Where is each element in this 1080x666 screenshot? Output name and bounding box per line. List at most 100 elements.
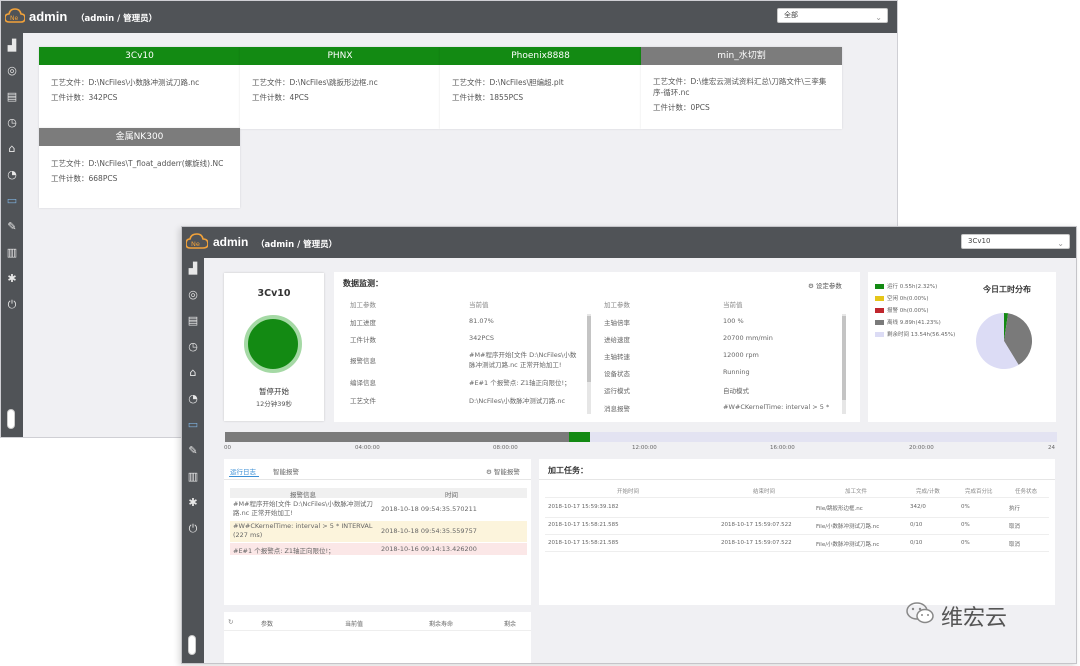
- task-end: 2018-10-17 15:59:07.522: [721, 540, 792, 546]
- clock-icon[interactable]: ◷: [5, 116, 19, 130]
- log-row[interactable]: #E#1 个报警点: Z1轴正向限位!； 2018-10-16 09:14:13…: [230, 543, 527, 555]
- param-label: 消息报警: [604, 405, 630, 413]
- timeline-tick: 04:00:00: [355, 445, 380, 451]
- dashboard-icon[interactable]: ◎: [5, 64, 19, 78]
- task-file: File/小数脉冲测试刀路.nc: [816, 542, 880, 548]
- machine-file: 工艺文件：D:\NcFiles\小数脉冲测试刀路.nc: [51, 78, 200, 87]
- gear-icon: ⚙: [808, 282, 814, 290]
- param-value: #W#CKernelTime: interval > 5 *: [723, 403, 830, 411]
- gear-icon: ⚙: [486, 468, 492, 476]
- sidebar-scroll-handle[interactable]: [188, 635, 196, 655]
- timeline-bar: [225, 432, 1057, 442]
- table-header: 任务状态: [1015, 489, 1038, 495]
- legend-swatch: [875, 284, 884, 289]
- power-icon[interactable]: ⏻: [5, 298, 19, 312]
- svg-text:Ne: Ne: [191, 240, 200, 248]
- monitor-icon[interactable]: ◔: [5, 168, 19, 182]
- machine-card-header: Phoenix8888: [440, 47, 641, 65]
- clock-icon[interactable]: ◷: [186, 340, 200, 354]
- machine-status-card: 3Cv10 暂停开始 12分钟39秒: [224, 273, 324, 421]
- machine-file: 工艺文件：D:\NcFiles\T_float_adderr(螺旋线).NC: [51, 159, 224, 168]
- task-start: 2018-10-17 15:59:39.182: [548, 504, 619, 510]
- tab-smart-alarm[interactable]: 智能报警: [273, 466, 299, 476]
- machine-name: 3Cv10: [125, 51, 154, 61]
- document-icon[interactable]: ▥: [5, 246, 19, 260]
- machine-card-header: 金属NK300: [39, 128, 240, 146]
- right-table-scrollbar[interactable]: [842, 314, 846, 414]
- refresh-icon[interactable]: ↻: [228, 618, 233, 626]
- machine-card-header: PHNX: [240, 47, 440, 65]
- log-time: 2018-10-16 09:14:13.426200: [381, 545, 477, 553]
- document-icon[interactable]: ▥: [186, 470, 200, 484]
- machine-file: 工艺文件：D:\NcFiles\胆编超.plt: [452, 78, 564, 87]
- task-row[interactable]: 2018-10-17 15:58:21.585 2018-10-17 15:59…: [545, 535, 1049, 552]
- edit-icon[interactable]: ✎: [186, 444, 200, 458]
- log-message: #M#程序开始[文件 D:\NcFiles\小数脉冲测试刀路.nc 正常开始加工…: [233, 500, 373, 517]
- cloud-logo-icon: Ne: [5, 8, 25, 23]
- machine-card[interactable]: PHNX 工艺文件：D:\NcFiles\跳扳形边框.nc 工件计数：4PCS: [240, 47, 440, 129]
- log-row[interactable]: #W#CKernelTime: interval > 5 * INTERVAL …: [230, 521, 527, 542]
- machine-icon[interactable]: ⌂: [186, 366, 200, 380]
- chevron-down-icon: ⌄: [875, 13, 882, 22]
- param-label: 主轴倍率: [604, 319, 630, 327]
- chevron-down-icon: ⌄: [1057, 239, 1064, 248]
- legend-swatch: [875, 308, 884, 313]
- machine-card[interactable]: Phoenix8888 工艺文件：D:\NcFiles\胆编超.plt 工件计数…: [440, 47, 641, 129]
- legend-swatch: [875, 332, 884, 337]
- timeline-tick: 08:00:00: [493, 445, 518, 451]
- bar-chart-icon[interactable]: ▟: [186, 262, 200, 276]
- gear-icon[interactable]: ✱: [5, 272, 19, 286]
- table-header: 完成百分比: [965, 489, 993, 495]
- machine-icon[interactable]: ⌂: [5, 142, 19, 156]
- svg-text:Ne: Ne: [10, 15, 18, 22]
- machine-card[interactable]: min_水切割 工艺文件：D:\维宏云测试资料汇总\刀路文件\三孪集序-循环.n…: [641, 47, 842, 129]
- task-start: 2018-10-17 15:58:21.585: [548, 540, 619, 546]
- machine-file: 工艺文件：D:\NcFiles\跳扳形边框.nc: [252, 78, 378, 87]
- log-panel: 运行日志 智能报警 ⚙ 智能报警 报警信息 时间 #M#程序开始[文件 D:\N…: [224, 459, 531, 605]
- settings-button[interactable]: ⚙ 设定参数: [808, 280, 842, 290]
- status-time: 12分钟39秒: [255, 400, 293, 408]
- table-header: 结束时间: [753, 489, 776, 495]
- user-role: （admin / 管理员）: [76, 14, 158, 24]
- report-icon[interactable]: ▤: [5, 90, 19, 104]
- sidebar-scroll-handle[interactable]: [7, 409, 15, 429]
- param-value: #M#程序开始[文件 D:\NcFiles\小数脉冲测试刀路.nc 正常开始加工…: [469, 351, 577, 369]
- active-tab-underline: [229, 476, 259, 477]
- smart-alarm-button[interactable]: ⚙ 智能报警: [486, 466, 520, 476]
- dashboard-icon[interactable]: ◎: [186, 288, 200, 302]
- report-icon[interactable]: ▤: [186, 314, 200, 328]
- tab-run-log[interactable]: 运行日志: [230, 466, 256, 476]
- param-value: 81.07%: [469, 317, 494, 325]
- device-list-icon[interactable]: ▭: [5, 194, 19, 208]
- machine-file: 工艺文件：D:\维宏云测试资料汇总\刀路文件\三孪集序-循环.nc: [653, 77, 827, 97]
- work-hours-pie: [976, 313, 1033, 369]
- data-monitor-panel: 数据监测： ⚙ 设定参数 加工参数 当前值 加工进度 81.07% 工件计数 3…: [334, 272, 860, 422]
- watermark-text: 维宏云: [941, 606, 1008, 631]
- filter-select[interactable]: 全部 ⌄: [777, 8, 888, 23]
- bar-chart-icon[interactable]: ▟: [5, 39, 19, 53]
- table-header: 时间: [445, 491, 458, 499]
- timeline-tick: 20:00:00: [909, 445, 934, 451]
- monitor-icon[interactable]: ◔: [186, 392, 200, 406]
- user-role: （admin / 管理员）: [256, 240, 338, 250]
- gear-icon[interactable]: ✱: [186, 496, 200, 510]
- monitor-title: 数据监测：: [343, 279, 383, 288]
- table-header: 剩余: [504, 621, 517, 628]
- table-header: 当前值: [723, 301, 743, 309]
- param-value: Running: [723, 368, 750, 376]
- log-row[interactable]: #M#程序开始[文件 D:\NcFiles\小数脉冲测试刀路.nc 正常开始加工…: [230, 499, 527, 520]
- machine-card[interactable]: 金属NK300 工艺文件：D:\NcFiles\T_float_adderr(螺…: [39, 128, 240, 208]
- task-row[interactable]: 2018-10-17 15:59:39.182 File/跳扳形边框.nc 34…: [545, 501, 1049, 518]
- machine-select[interactable]: 3Cv10 ⌄: [961, 234, 1070, 249]
- machine-card[interactable]: 3Cv10 工艺文件：D:\NcFiles\小数脉冲测试刀路.nc 工件计数：3…: [39, 47, 240, 129]
- task-row[interactable]: 2018-10-17 15:58:21.585 2018-10-17 15:59…: [545, 518, 1049, 535]
- smart-alarm-label: 智能报警: [493, 468, 520, 476]
- timeline-tick: 16:00:00: [770, 445, 795, 451]
- left-table-scrollbar[interactable]: [587, 314, 591, 414]
- edit-icon[interactable]: ✎: [5, 220, 19, 234]
- log-message: #W#CKernelTime: interval > 5 * INTERVAL …: [233, 522, 373, 539]
- machine-count: 工件计数：1855PCS: [452, 93, 524, 102]
- power-icon[interactable]: ⏻: [186, 522, 200, 536]
- device-list-icon[interactable]: ▭: [186, 418, 200, 432]
- legend-label: 离线 9.89h(41.23%): [887, 320, 941, 326]
